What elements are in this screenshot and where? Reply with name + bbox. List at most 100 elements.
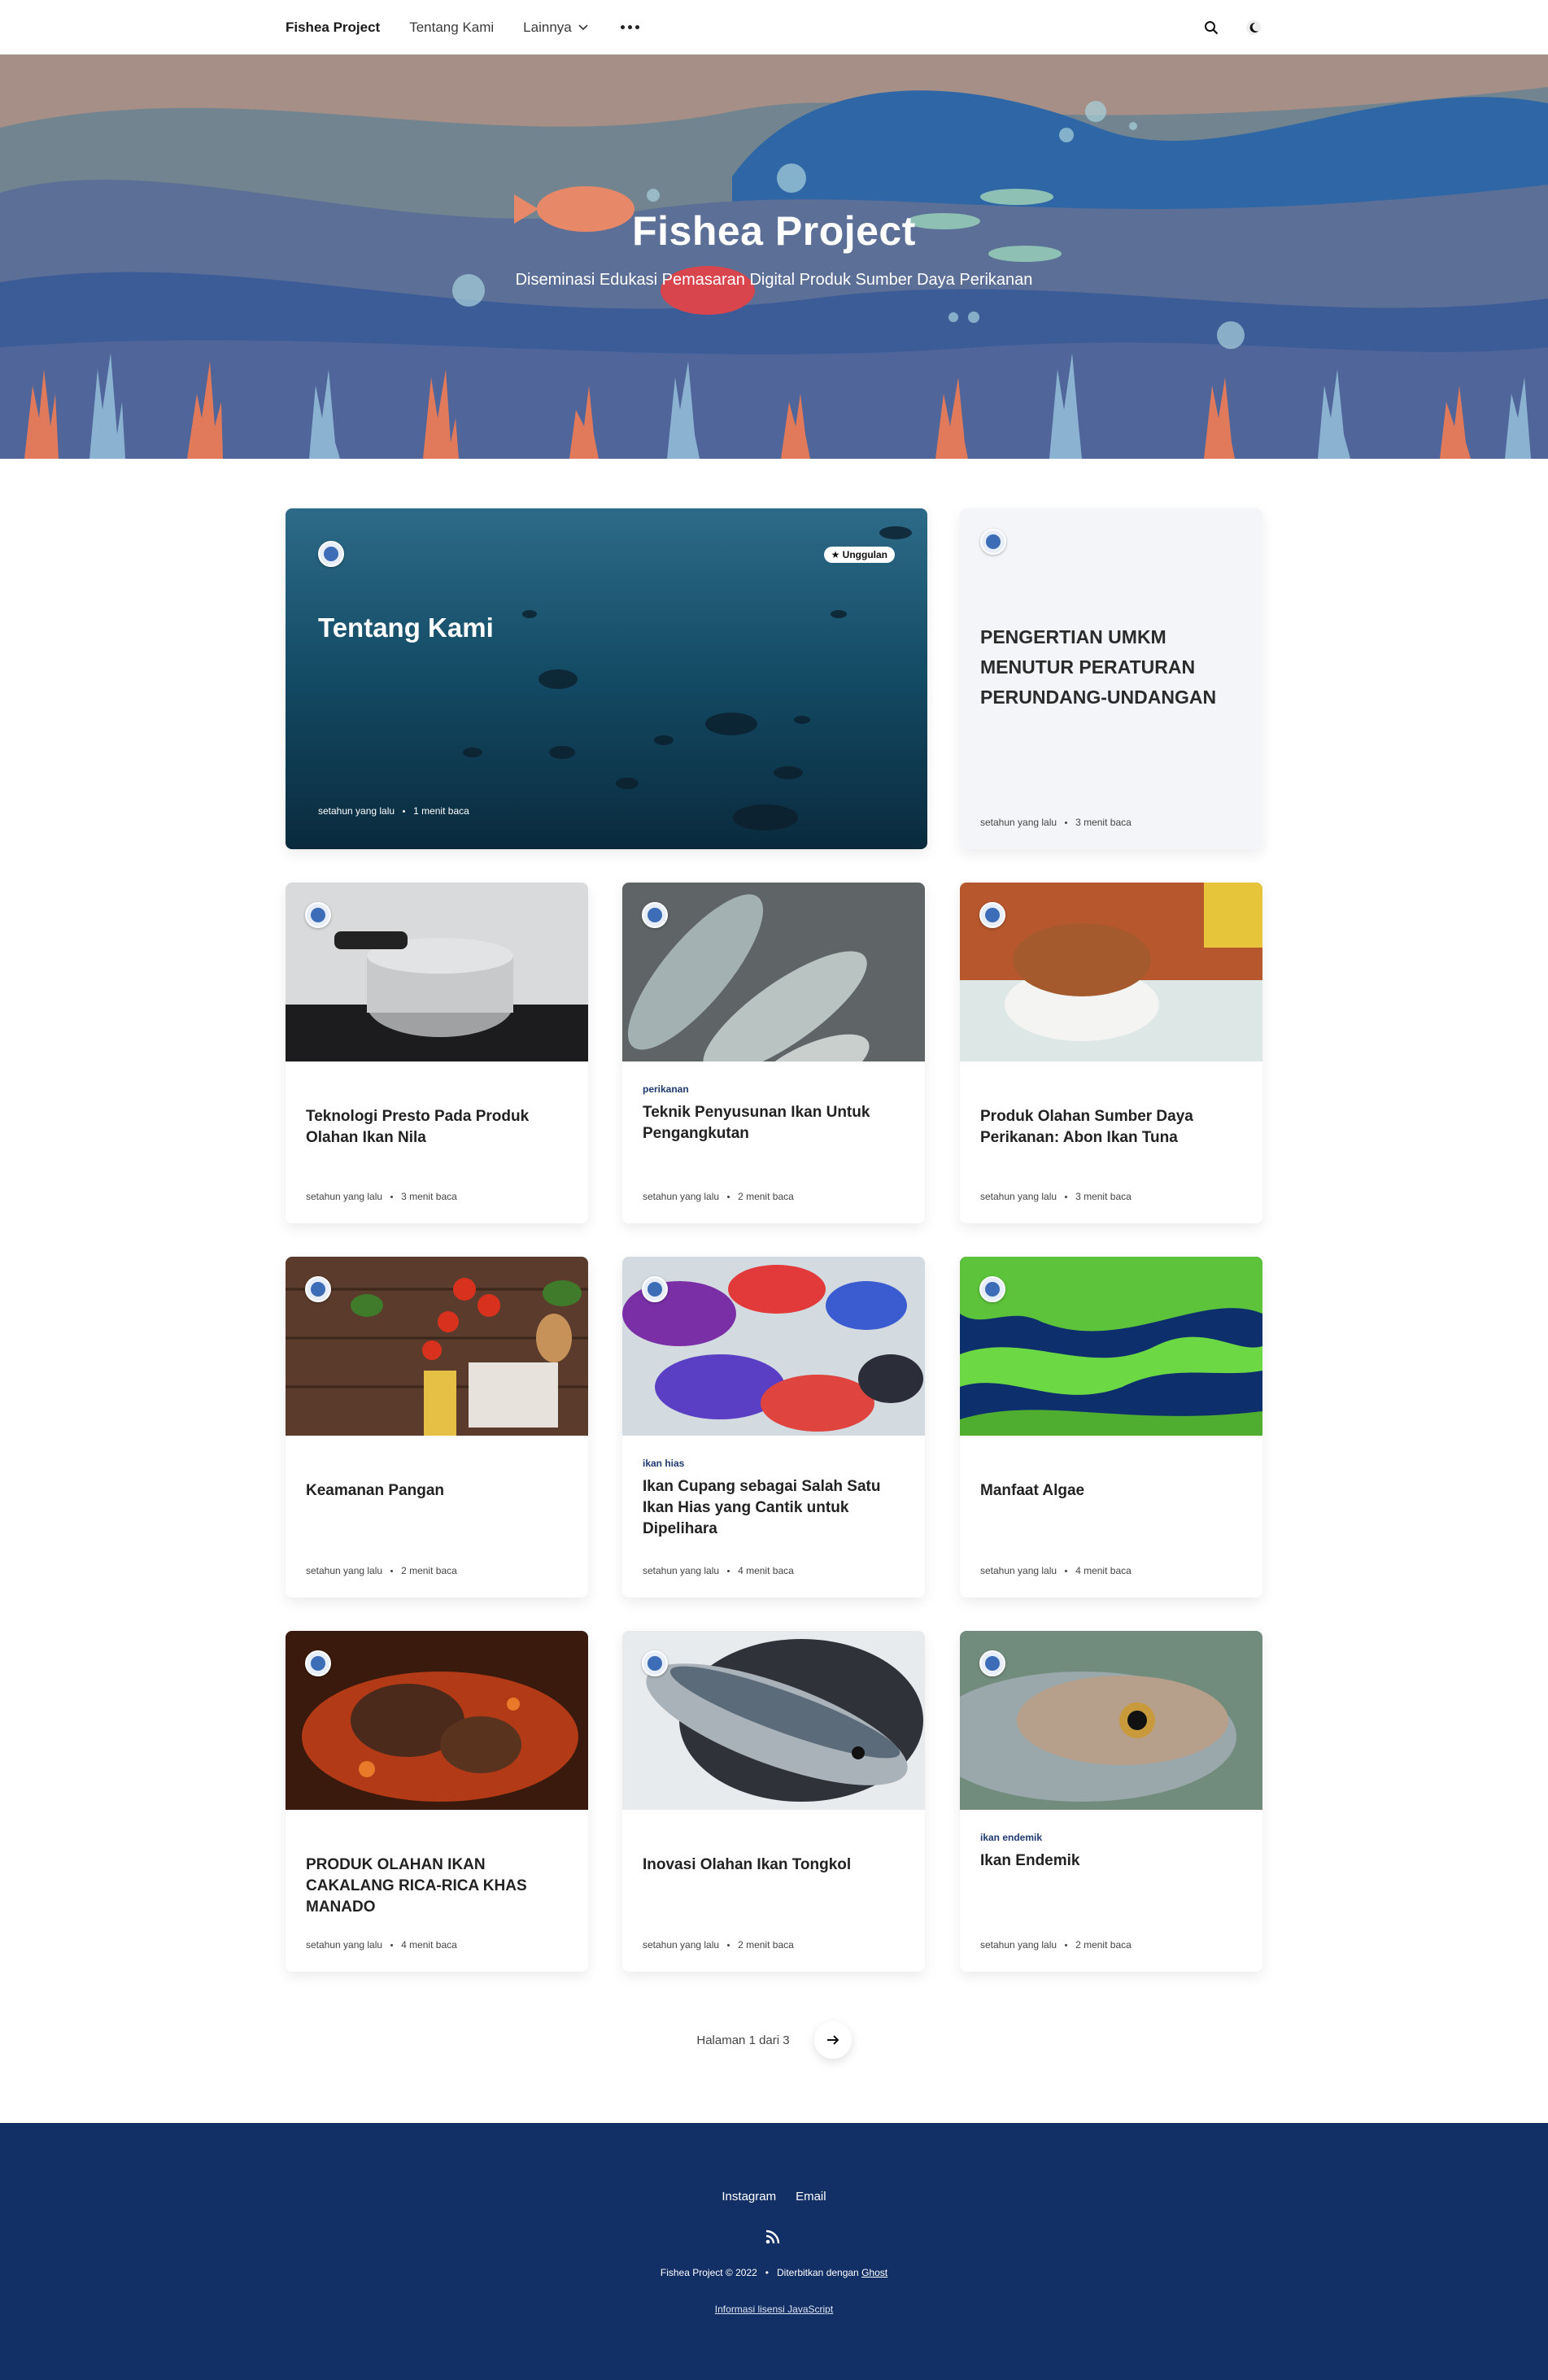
rss-icon[interactable]: [765, 2230, 780, 2248]
next-page-button[interactable]: [813, 2021, 852, 2059]
post-reading-time: 4 menit baca: [401, 1939, 457, 1951]
meta-separator: [727, 1195, 730, 1198]
post-meta: setahun yang lalu 2 menit baca: [643, 1939, 794, 1951]
post-card[interactable]: ikan hias Ikan Cupang sebagai Salah Satu …: [622, 1257, 925, 1598]
post-meta: setahun yang lalu 3 menit baca: [306, 1191, 457, 1202]
post-image[interactable]: [960, 883, 1262, 1061]
meta-separator: [727, 1569, 730, 1572]
post-image[interactable]: [622, 1257, 925, 1436]
footer-ghost-link[interactable]: Ghost: [861, 2267, 887, 2278]
post-title[interactable]: Teknologi Presto Pada Produk Olahan Ikan…: [306, 1106, 568, 1149]
footer-link-email[interactable]: Email: [796, 2190, 826, 2203]
post-image[interactable]: [286, 1257, 588, 1436]
post-title[interactable]: PRODUK OLAHAN IKAN CAKALANG RICA-RICA KH…: [306, 1855, 568, 1918]
author-avatar[interactable]: [980, 529, 1006, 555]
footer-copyright: Fishea Project © 2022: [660, 2267, 757, 2278]
hero-title: Fishea Project: [632, 208, 916, 254]
post-reading-time: 3 menit baca: [401, 1191, 457, 1202]
footer-link-instagram[interactable]: Instagram: [722, 2190, 776, 2203]
featured-post-title[interactable]: Tentang Kami: [318, 612, 494, 643]
ocean-illustration: [0, 54, 1548, 459]
post-reading-time: 4 menit baca: [738, 1565, 794, 1576]
post-reading-time: 4 menit baca: [1075, 1565, 1132, 1576]
meta-separator: [1065, 1943, 1068, 1946]
post-reading-time: 2 menit baca: [738, 1191, 794, 1202]
post-image[interactable]: [286, 883, 588, 1061]
post-time: setahun yang lalu: [643, 1565, 720, 1576]
post-card[interactable]: Produk Olahan Sumber Daya Perikanan: Abo…: [960, 883, 1262, 1223]
post-image[interactable]: [960, 1631, 1262, 1810]
dark-mode-toggle-icon[interactable]: [1245, 19, 1262, 37]
post-time: setahun yang lalu: [643, 1191, 720, 1202]
author-avatar[interactable]: [979, 902, 1005, 928]
search-icon[interactable]: [1202, 19, 1220, 37]
post-card[interactable]: perikanan Teknik Penyusunan Ikan Untuk Pe…: [622, 883, 925, 1223]
post-tag[interactable]: ikan hias: [643, 1458, 684, 1469]
author-avatar[interactable]: [979, 1276, 1005, 1302]
author-avatar[interactable]: [979, 1650, 1005, 1676]
post-reading-time: 1 menit baca: [413, 805, 469, 817]
footer-license-link[interactable]: Informasi lisensi JavaScript: [0, 2304, 1548, 2315]
post-time: setahun yang lalu: [980, 1191, 1057, 1202]
author-avatar[interactable]: [305, 1650, 331, 1676]
post-meta: setahun yang lalu 2 menit baca: [306, 1565, 457, 1576]
author-avatar[interactable]: [305, 902, 331, 928]
post-title[interactable]: Manfaat Algae: [980, 1480, 1242, 1502]
post-card[interactable]: PRODUK OLAHAN IKAN CAKALANG RICA-RICA KH…: [286, 1631, 588, 1972]
post-meta: setahun yang lalu 1 menit baca: [318, 805, 469, 817]
post-title[interactable]: Keamanan Pangan: [306, 1480, 568, 1502]
meta-separator: [390, 1943, 394, 1946]
post-tag[interactable]: perikanan: [643, 1083, 689, 1095]
hero-subtitle: Diseminasi Edukasi Pemasaran Digital Pro…: [515, 271, 1033, 289]
post-card[interactable]: Inovasi Olahan Ikan Tongkol setahun yang …: [622, 1631, 925, 1972]
post-card[interactable]: Manfaat Algae setahun yang lalu 4 menit ba…: [960, 1257, 1262, 1598]
featured-post-card[interactable]: ★ Unggulan Tentang Kami setahun yang lal…: [286, 508, 927, 849]
chevron-down-icon: [578, 24, 588, 30]
post-card[interactable]: Keamanan Pangan setahun yang lalu 2 menit …: [286, 1257, 588, 1598]
post-meta: setahun yang lalu 4 menit baca: [306, 1939, 457, 1951]
post-title[interactable]: Teknik Penyusunan Ikan Untuk Pengangkuta…: [643, 1102, 905, 1144]
nav-link-tentang-kami[interactable]: Tentang Kami: [409, 20, 494, 36]
meta-separator: [403, 809, 406, 813]
post-time: setahun yang lalu: [306, 1939, 383, 1951]
author-avatar[interactable]: [318, 541, 344, 567]
post-time: setahun yang lalu: [306, 1191, 383, 1202]
post-meta: setahun yang lalu 2 menit baca: [643, 1191, 794, 1202]
post-reading-time: 3 menit baca: [1075, 1191, 1132, 1202]
post-title[interactable]: Produk Olahan Sumber Daya Perikanan: Abo…: [980, 1106, 1242, 1149]
post-time: setahun yang lalu: [643, 1939, 720, 1951]
post-card[interactable]: ikan endemik Ikan Endemik setahun yang lal…: [960, 1631, 1262, 1972]
post-time: setahun yang lalu: [980, 817, 1057, 828]
post-card[interactable]: Teknologi Presto Pada Produk Olahan Ikan…: [286, 883, 588, 1223]
arrow-right-icon: [826, 2035, 839, 2045]
post-title[interactable]: Inovasi Olahan Ikan Tongkol: [643, 1855, 905, 1876]
post-image[interactable]: [960, 1257, 1262, 1436]
meta-separator: [1065, 821, 1068, 824]
post-time: setahun yang lalu: [318, 805, 395, 817]
top-nav: Fishea Project Tentang Kami Lainnya: [0, 0, 1548, 54]
featured-badge: ★ Unggulan: [823, 547, 895, 563]
author-avatar[interactable]: [642, 1276, 668, 1302]
post-time: setahun yang lalu: [306, 1565, 383, 1576]
more-menu-icon[interactable]: [620, 25, 639, 29]
meta-separator: [727, 1943, 730, 1946]
post-image[interactable]: [622, 883, 925, 1061]
post-title[interactable]: Ikan Endemik: [980, 1850, 1242, 1872]
meta-separator: [390, 1195, 394, 1198]
pagination-label: Halaman 1 dari 3: [696, 2033, 790, 2047]
meta-separator: [390, 1569, 394, 1572]
author-avatar[interactable]: [642, 902, 668, 928]
hero-banner: Fishea Project Diseminasi Edukasi Pemasa…: [0, 54, 1548, 459]
footer-powered: Diterbitkan dengan Ghost: [777, 2267, 887, 2278]
post-image[interactable]: [622, 1631, 925, 1810]
post-image[interactable]: [286, 1631, 588, 1810]
post-title[interactable]: Ikan Cupang sebagai Salah Satu Ikan Hias…: [643, 1476, 905, 1540]
nav-link-lainnya[interactable]: Lainnya: [523, 20, 588, 36]
author-avatar[interactable]: [642, 1650, 668, 1676]
post-tag[interactable]: ikan endemik: [980, 1832, 1042, 1843]
side-post-card[interactable]: PENGERTIAN UMKM MENUTUR PERATURAN PERUND…: [960, 508, 1262, 849]
side-post-title[interactable]: PENGERTIAN UMKM MENUTUR PERATURAN PERUND…: [980, 622, 1242, 713]
meta-separator: [1065, 1195, 1068, 1198]
author-avatar[interactable]: [305, 1276, 331, 1302]
brand-link[interactable]: Fishea Project: [286, 20, 380, 36]
